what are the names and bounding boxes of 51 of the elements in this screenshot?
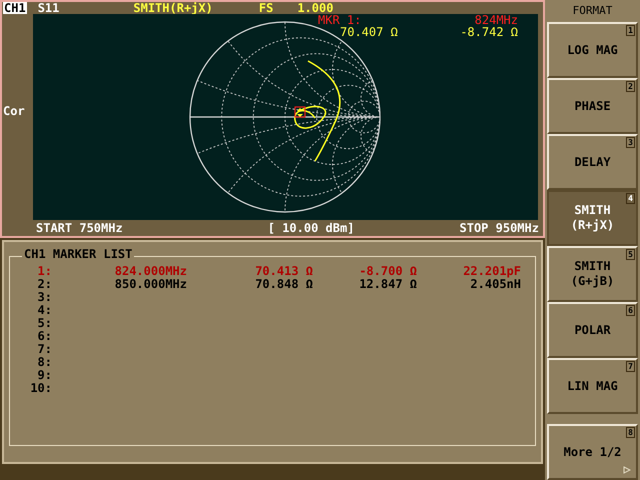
- softkey-button[interactable]: SMITH (G+jB) 5: [547, 246, 638, 302]
- parameter-label: S11: [38, 2, 60, 14]
- marker-number: 2:: [36, 278, 52, 291]
- marker-reactance: -8.700 Ω: [358, 265, 417, 278]
- marker-label: MKR 1:: [318, 14, 362, 26]
- power-level: [ 10.00 dBm]: [268, 220, 354, 237]
- marker-number: 1:: [36, 265, 52, 278]
- softkey-button[interactable]: More 1/2 8: [547, 424, 638, 480]
- correction-label: Cor: [2, 103, 26, 120]
- marker-list-title: CH1 MARKER LIST: [22, 248, 134, 260]
- marker-number: 4:: [36, 304, 52, 317]
- marker-number: 6:: [36, 330, 52, 343]
- softkey-button[interactable]: LIN MAG 7: [547, 358, 638, 414]
- marker-component: 2.405nH: [470, 278, 521, 291]
- marker-resistance: 70.848 Ω: [254, 278, 313, 291]
- softkey-number: 8: [626, 427, 635, 438]
- marker-resistance: 70.407 Ω: [340, 26, 398, 38]
- marker-resistance: 70.413 Ω: [254, 265, 313, 278]
- marker-frequency: 824.000MHz: [114, 265, 187, 278]
- softkey-button[interactable]: LOG MAG 1: [547, 22, 638, 78]
- marker-frequency: 824MHz: [474, 14, 518, 26]
- scale-value: 1.000: [297, 2, 334, 14]
- marker-frequency: 850.000MHz: [114, 278, 187, 291]
- softkey-button[interactable]: DELAY 3: [547, 134, 638, 190]
- channel-label: CH1: [3, 2, 27, 14]
- scale-label: FS: [258, 2, 274, 14]
- softkey-number: 1: [626, 25, 635, 36]
- softkey-number: 2: [626, 81, 635, 92]
- marker-component: 22.201pF: [462, 265, 521, 278]
- marker-number: 10:: [29, 382, 52, 395]
- softkey-number: 4: [626, 193, 635, 204]
- marker-number: 7:: [36, 343, 52, 356]
- marker-reactance: 12.847 Ω: [358, 278, 417, 291]
- softkey-button[interactable]: PHASE 2: [547, 78, 638, 134]
- softkey-number: 7: [626, 361, 635, 372]
- softkey-number: 5: [626, 249, 635, 260]
- marker-number: 9:: [36, 369, 52, 382]
- softkey-button[interactable]: POLAR 6: [547, 302, 638, 358]
- softkey-number: 6: [626, 305, 635, 316]
- marker-icon: [294, 106, 306, 118]
- softkey-number: 3: [626, 137, 635, 148]
- softkey-menu-title: FORMAT: [572, 2, 614, 19]
- format-label: SMITH(R+jX): [133, 2, 213, 14]
- start-frequency: START 750MHz: [36, 220, 123, 237]
- stop-frequency: STOP 950MHz: [460, 220, 539, 237]
- triangle-icon: [623, 466, 631, 474]
- softkey-button[interactable]: SMITH (R+jX) 4: [547, 190, 638, 246]
- marker-number: 3:: [36, 291, 52, 304]
- marker-reactance: -8.742 Ω: [460, 26, 518, 38]
- marker-number: 8:: [36, 356, 52, 369]
- marker-number: 5:: [36, 317, 52, 330]
